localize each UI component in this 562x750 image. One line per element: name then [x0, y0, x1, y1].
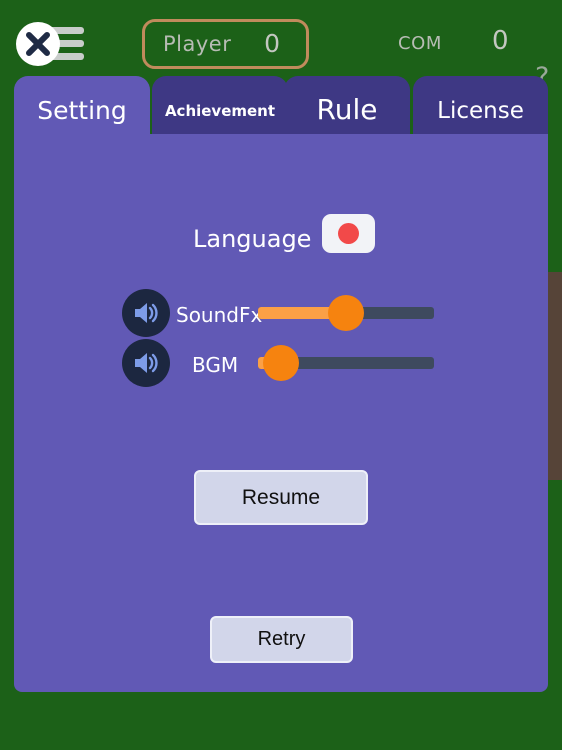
speaker-icon[interactable]	[122, 289, 170, 337]
com-score: 0	[492, 26, 509, 56]
language-row: Language	[14, 178, 548, 253]
retry-button[interactable]: Retry	[210, 616, 353, 663]
speaker-icon[interactable]	[122, 339, 170, 387]
header-bar: Player 0 COM 0	[0, 0, 562, 78]
tab-rule[interactable]: Rule	[284, 76, 410, 138]
tab-license[interactable]: License	[413, 76, 548, 138]
soundfx-slider-thumb[interactable]	[328, 295, 364, 331]
player-score-box: Player 0	[142, 19, 309, 69]
game-settings-screen: Player 0 COM 0 ? Setting Achievement Rul…	[0, 0, 562, 750]
bgm-slider[interactable]	[258, 345, 434, 381]
com-label: COM	[398, 33, 443, 54]
bgm-label: BGM	[192, 353, 239, 377]
tab-achievement[interactable]: Achievement	[152, 76, 288, 138]
soundfx-slider[interactable]	[258, 295, 434, 331]
soundfx-row: SoundFx	[14, 289, 548, 337]
com-score-box: COM 0	[392, 24, 532, 66]
resume-button[interactable]: Resume	[194, 470, 368, 525]
close-x-icon[interactable]	[16, 22, 60, 66]
language-select-button[interactable]	[322, 214, 375, 253]
bgm-slider-thumb[interactable]	[262, 345, 299, 381]
settings-panel: Language SoundFx BGM Resume Retry	[14, 134, 548, 692]
soundfx-label: SoundFx	[176, 303, 263, 327]
background-brown-strip	[546, 272, 562, 480]
player-label: Player	[163, 32, 232, 56]
tab-achievement-label: Achievement	[164, 102, 276, 120]
close-menu-button[interactable]	[16, 22, 84, 66]
japan-flag-icon	[338, 223, 359, 244]
tab-setting[interactable]: Setting	[14, 76, 150, 138]
language-label: Language	[193, 225, 312, 253]
tab-rule-label: Rule	[316, 93, 378, 126]
bgm-row: BGM	[14, 339, 548, 387]
player-score: 0	[264, 29, 280, 58]
tab-bar: Setting Achievement Rule License	[0, 76, 562, 138]
tab-setting-label: Setting	[37, 96, 127, 125]
tab-license-label: License	[437, 98, 524, 124]
